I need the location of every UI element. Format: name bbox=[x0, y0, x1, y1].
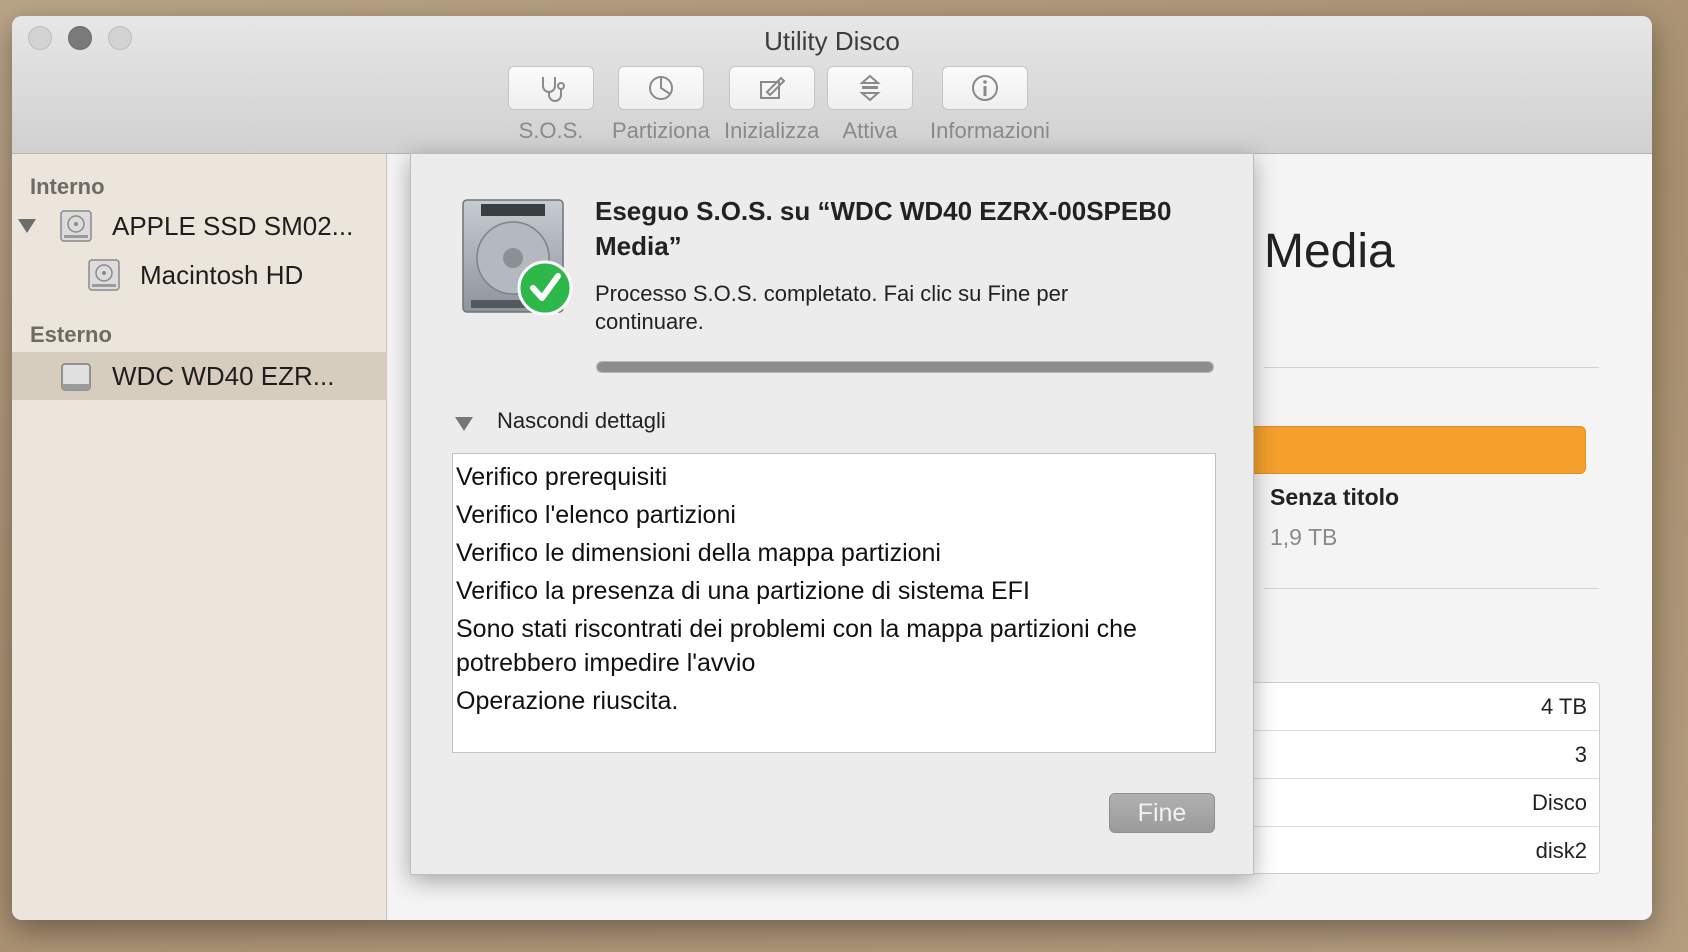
info-icon bbox=[972, 75, 998, 101]
log-line: Verifico l'elenco partizioni bbox=[456, 501, 736, 529]
erase-button[interactable] bbox=[728, 66, 815, 110]
sidebar-item-label: APPLE SSD SM02... bbox=[112, 210, 354, 241]
toolbar-label: Inizializza bbox=[724, 118, 820, 143]
info-row-device: disk2 bbox=[1535, 838, 1587, 863]
erase-icon bbox=[759, 76, 786, 99]
volume-name: Senza titolo bbox=[1270, 484, 1400, 510]
hide-details-toggle[interactable]: Nascondi dettagli bbox=[497, 408, 666, 434]
pie-chart-icon bbox=[648, 76, 673, 100]
log-line: Operazione riuscita. bbox=[456, 687, 679, 715]
info-row-children: 3 bbox=[1247, 731, 1599, 779]
partition-button[interactable] bbox=[617, 66, 704, 110]
toolbar-label: Attiva bbox=[842, 118, 898, 143]
toolbar-label: Partiziona bbox=[612, 118, 710, 143]
info-button[interactable] bbox=[942, 66, 1028, 110]
log-line: Sono stati riscontrati dei problemi con … bbox=[456, 615, 1137, 677]
volume-size: 1,9 TB bbox=[1270, 524, 1338, 550]
sheet-title: Eseguo S.O.S. su “WDC WD40 EZRX-00SPEB0 … bbox=[595, 196, 1172, 261]
usage-bar bbox=[1246, 426, 1586, 474]
log-line: Verifico la presenza di una partizione d… bbox=[456, 577, 1030, 605]
sidebar-item-apple-ssd[interactable]: APPLE SSD SM02... bbox=[12, 202, 387, 250]
volume-icon bbox=[88, 259, 120, 291]
sidebar-header-internal: Interno bbox=[30, 174, 105, 199]
titlebar: Utility Disco S.O.S. Partiziona Iniziali… bbox=[12, 16, 1652, 154]
sos-button[interactable] bbox=[508, 66, 594, 110]
external-drive-icon bbox=[61, 363, 91, 391]
divider bbox=[1264, 367, 1599, 368]
info-row-capacity: 4 TB bbox=[1247, 683, 1599, 731]
toolbar-label: S.O.S. bbox=[518, 118, 584, 143]
toolbar-sos[interactable]: S.O.S. bbox=[508, 66, 594, 144]
details-log[interactable]: Verifico prerequisiti Verifico l'elenco … bbox=[452, 453, 1216, 753]
sheet-message: Processo S.O.S. completato. Fai clic su … bbox=[595, 281, 1069, 334]
sidebar: Interno APPLE SSD SM02... Macintosh HD E… bbox=[12, 154, 387, 920]
sos-sheet: Eseguo S.O.S. su “WDC WD40 EZRX-00SPEB0 … bbox=[410, 153, 1254, 875]
stethoscope-icon bbox=[542, 77, 565, 102]
toolbar-partition[interactable]: Partiziona bbox=[612, 66, 710, 144]
sidebar-item-label: Macintosh HD bbox=[140, 259, 304, 290]
info-table: 4 TB 3 Disco disk2 bbox=[1246, 682, 1600, 874]
sidebar-item-label: WDC WD40 EZR... bbox=[112, 360, 335, 391]
divider bbox=[1264, 588, 1599, 589]
toolbar-erase[interactable]: Inizializza bbox=[724, 66, 819, 144]
sidebar-item-macintosh-hd[interactable]: Macintosh HD bbox=[12, 251, 387, 299]
mount-icon bbox=[859, 74, 881, 102]
disclosure-triangle-icon[interactable] bbox=[455, 417, 473, 431]
mount-button[interactable] bbox=[827, 66, 913, 110]
progress-fill bbox=[597, 362, 1213, 372]
disk-title: Media bbox=[1264, 225, 1395, 278]
sidebar-header-external: Esterno bbox=[30, 322, 112, 347]
log-line: Verifico prerequisiti bbox=[456, 463, 668, 491]
sidebar-item-wdc[interactable]: WDC WD40 EZR... bbox=[12, 352, 387, 400]
toolbar-mount[interactable]: Attiva bbox=[827, 66, 913, 144]
disclosure-triangle-icon[interactable] bbox=[18, 219, 36, 233]
window-title: Utility Disco bbox=[764, 26, 900, 56]
info-row-type: Disco bbox=[1247, 779, 1599, 827]
log-line: Verifico le dimensioni della mappa parti… bbox=[456, 539, 941, 567]
hard-disk-check-icon bbox=[462, 199, 573, 316]
done-button[interactable]: Fine bbox=[1109, 793, 1215, 833]
toolbar-info[interactable]: Informazioni bbox=[930, 66, 1050, 144]
toolbar-label: Informazioni bbox=[930, 118, 1050, 143]
progress-bar bbox=[596, 361, 1214, 373]
internal-drive-icon bbox=[60, 210, 92, 242]
